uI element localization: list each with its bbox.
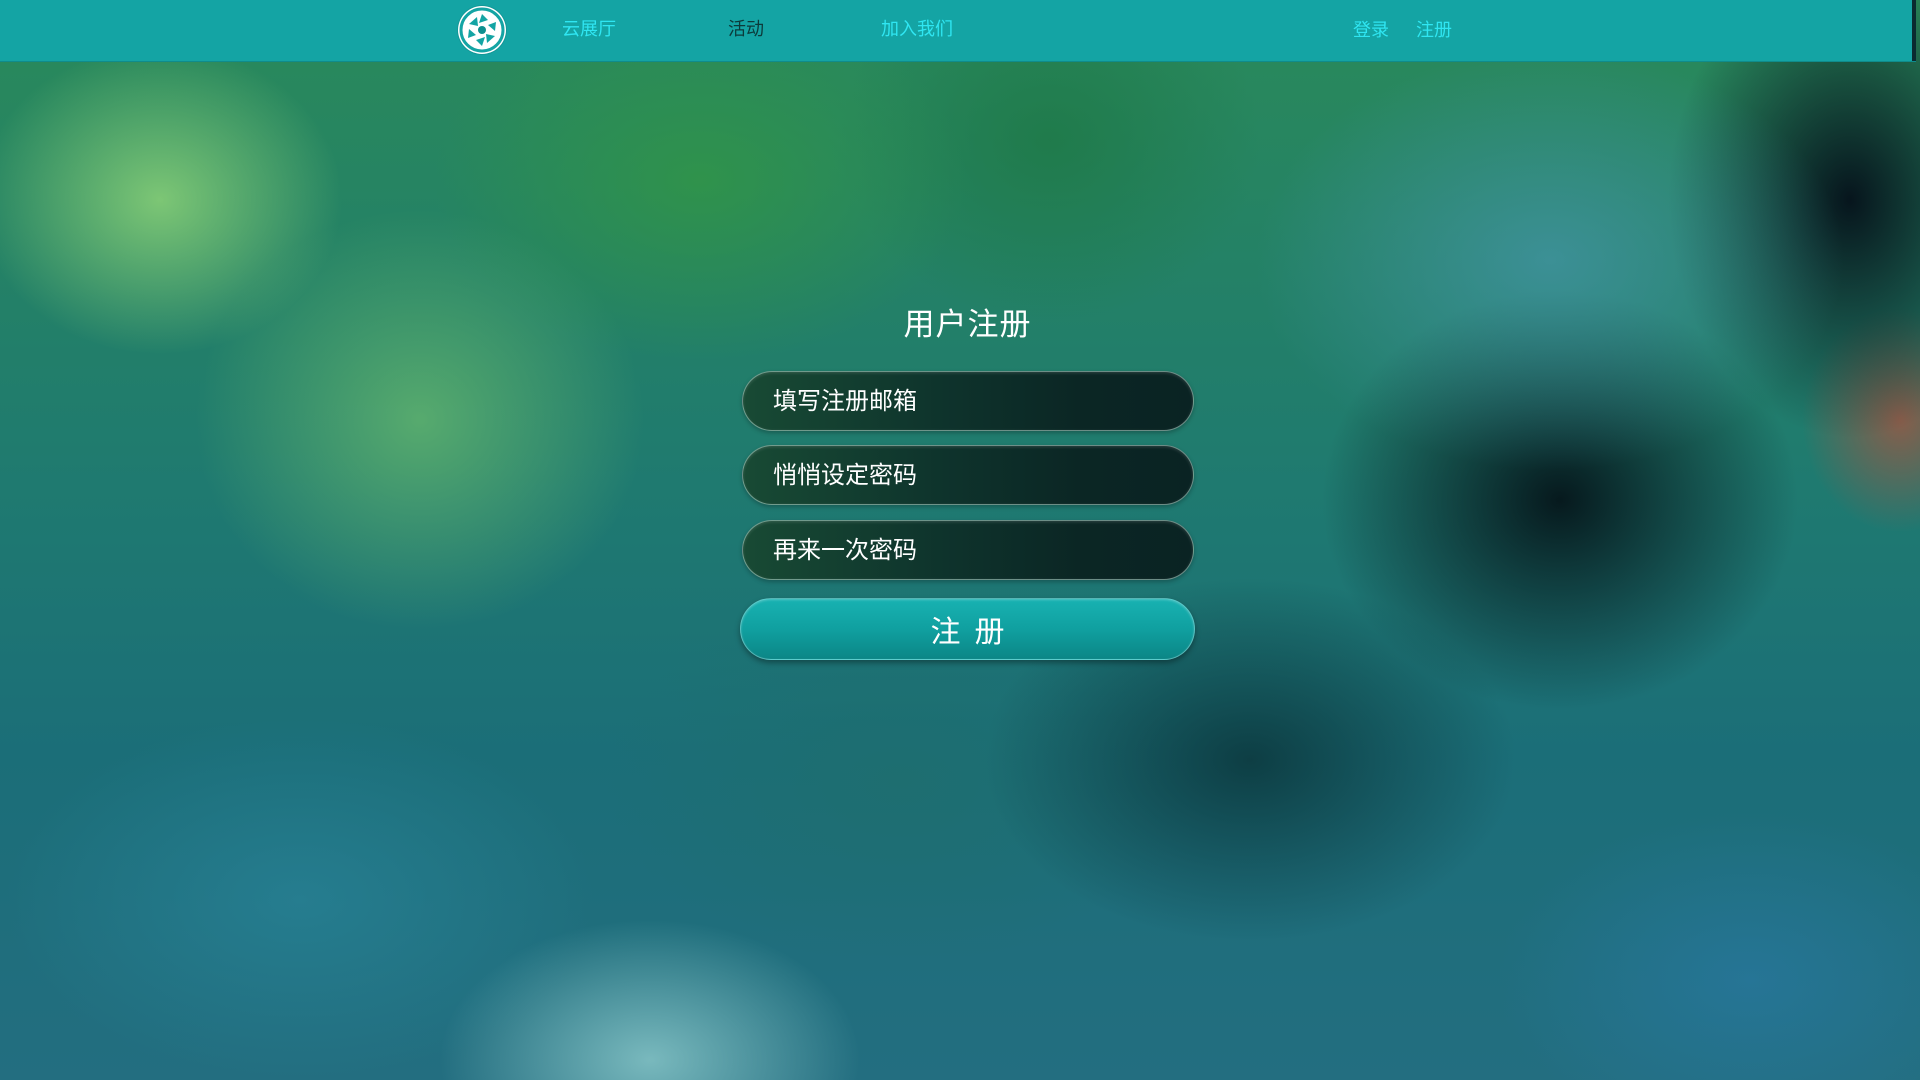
- confirm-password-field-wrapper: [742, 520, 1194, 580]
- nav-item-yunzhanting[interactable]: 云展厅: [562, 18, 616, 42]
- camera-aperture-icon[interactable]: [458, 6, 506, 54]
- top-navbar: 云展厅 活动 加入我们 登录 注册: [0, 0, 1916, 62]
- nav-item-huodong[interactable]: 活动: [728, 18, 764, 42]
- password-field[interactable]: [773, 446, 1173, 504]
- nav-item-join-us[interactable]: 加入我们: [881, 18, 953, 42]
- email-field[interactable]: [773, 372, 1173, 430]
- register-button[interactable]: 注册: [740, 598, 1195, 660]
- page-title: 用户注册: [903, 307, 1032, 343]
- password-field-wrapper: [742, 445, 1194, 505]
- confirm-password-field[interactable]: [773, 521, 1173, 579]
- register-link[interactable]: 注册: [1416, 19, 1452, 43]
- login-link[interactable]: 登录: [1353, 19, 1389, 43]
- email-field-wrapper: [742, 371, 1194, 431]
- navbar-edge: [1912, 0, 1916, 61]
